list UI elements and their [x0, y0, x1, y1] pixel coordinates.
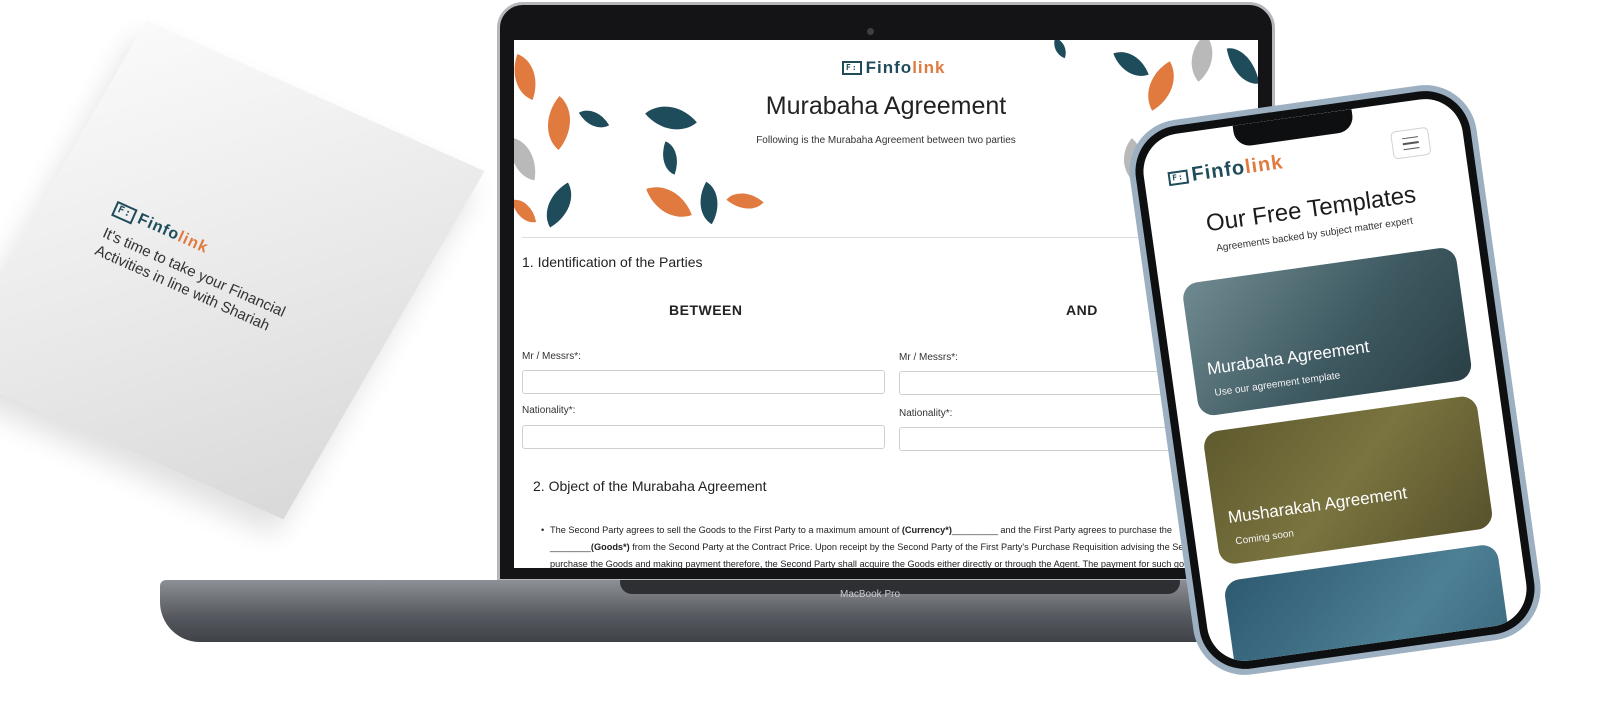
leaf-decoration — [655, 141, 685, 175]
card-title: Musharakah Agreement — [1226, 483, 1409, 528]
leaf-decoration — [689, 181, 729, 225]
between-label: BETWEEN — [669, 302, 743, 318]
party2-name-label: Mr / Messrs*: — [899, 352, 958, 363]
hamburger-icon[interactable] — [1390, 126, 1432, 160]
leaf-decoration — [1113, 44, 1149, 84]
logo-text-link: link — [912, 58, 946, 77]
card-title: Murabaha Agreement — [1205, 337, 1371, 379]
logo-text-finfo: Finfo — [1190, 156, 1247, 186]
logo-mark-icon: F: — [842, 61, 862, 75]
section-heading-parties: 1. Identification of the Parties — [522, 254, 703, 270]
party1-nationality-input[interactable] — [522, 425, 885, 449]
leaf-decoration — [1177, 40, 1227, 82]
laptop-screen: F: Finfo link Murabaha Agreement Followi… — [514, 40, 1258, 568]
logo-mark-icon: F: — [1167, 169, 1189, 186]
macbook-label: MacBook Pro — [839, 589, 901, 600]
logo-text-link: link — [1243, 151, 1285, 179]
leaf-decoration — [514, 196, 537, 226]
leaf-decoration — [1049, 40, 1071, 59]
para-text: The Second Party agrees to sell the Good… — [550, 525, 902, 535]
party2-nationality-label: Nationality*: — [899, 408, 953, 419]
agreement-paragraph: • The Second Party agrees to sell the Go… — [541, 522, 1240, 568]
template-card-musharakah[interactable]: Musharakah Agreement Coming soon — [1202, 394, 1495, 566]
para-text: from the Second Party at the Contract Pr… — [550, 542, 1238, 568]
section-heading-object: 2. Object of the Murabaha Agreement — [533, 478, 767, 494]
party1-nationality-label: Nationality*: — [522, 405, 576, 416]
template-card-murabaha[interactable]: Murabaha Agreement Use our agreement tem… — [1181, 246, 1474, 418]
leaf-decoration — [1226, 44, 1258, 88]
party1-name-label: Mr / Messrs*: — [522, 351, 581, 362]
leaf-decoration — [646, 177, 692, 227]
currency-placeholder: (Currency*) — [901, 525, 952, 535]
and-label: AND — [1066, 302, 1098, 318]
camera-icon — [867, 28, 874, 35]
goods-placeholder: (Goods*) — [590, 542, 630, 552]
screen-logo[interactable]: F: Finfo link — [842, 58, 945, 78]
leaf-decoration — [535, 182, 583, 228]
leaf-decoration — [726, 182, 764, 220]
page-title: Murabaha Agreement — [765, 92, 1007, 120]
party1-name-input[interactable] — [522, 370, 885, 394]
card-subtitle: Coming soon — [1234, 528, 1295, 548]
phone-logo[interactable]: F: Finfo link — [1167, 151, 1285, 190]
bullet-icon: • — [541, 525, 545, 535]
logo-text-finfo: Finfo — [865, 58, 913, 77]
marketing-mockup: F: Finfo link It's time to take your Fin… — [0, 0, 1607, 704]
